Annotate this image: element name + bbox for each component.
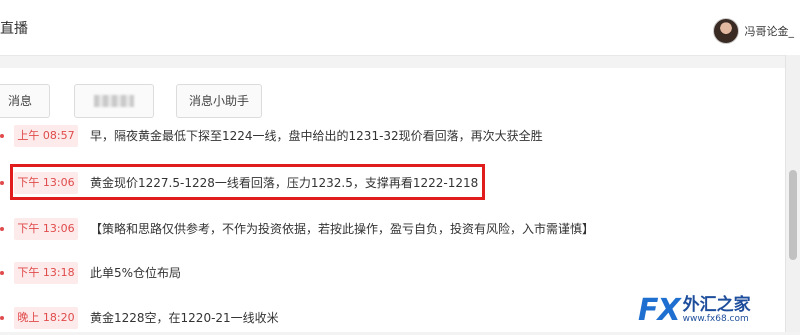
- message-time: 下午 13:06: [14, 218, 78, 240]
- watermark-brand: FX: [638, 292, 681, 328]
- watermark-brand-cn: 外汇之家: [682, 294, 751, 315]
- bullet-dot-icon: [0, 271, 4, 275]
- bullet-dot-icon: [0, 181, 4, 185]
- page-title: 直播: [0, 21, 28, 37]
- tab-blurred[interactable]: [74, 84, 154, 118]
- message-text: 此单5%仓位布局: [90, 266, 182, 280]
- bullet-dot-icon: [0, 316, 4, 320]
- message-time: 晚上 18:20: [14, 307, 78, 329]
- user-name[interactable]: 冯哥论金_: [745, 23, 795, 39]
- highlight-box: [10, 164, 485, 200]
- watermark-url: www.fx68.com: [682, 313, 749, 324]
- message-time: 下午 13:18: [14, 262, 78, 284]
- tab-message-assistant[interactable]: 消息小助手: [176, 84, 262, 118]
- tab-messages[interactable]: 消息: [0, 84, 50, 118]
- tab-bar: 消息 消息小助手: [0, 84, 800, 120]
- message-text: 【策略和思路仅供参考，不作为投资依据，若按此操作，盈亏自负，投资有风险，入市需谨…: [90, 222, 595, 236]
- message-text: 早，隔夜黄金最低下探至1224一线，盘中给出的1231-32现价看回落，再次大获…: [90, 129, 543, 143]
- scrollbar-thumb[interactable]: [789, 170, 797, 260]
- bullet-dot-icon: [0, 227, 4, 231]
- avatar[interactable]: [712, 18, 739, 44]
- bullet-dot-icon: [0, 134, 4, 138]
- blurred-label: [94, 95, 134, 107]
- message-item: 下午 13:06 【策略和思路仅供参考，不作为投资依据，若按此操作，盈亏自负，投…: [0, 216, 780, 246]
- user-profile[interactable]: 冯哥论金_: [712, 18, 795, 44]
- top-bar: 直播 冯哥论金_: [0, 0, 800, 56]
- message-item: 上午 08:57 早，隔夜黄金最低下探至1224一线，盘中给出的1231-32现…: [0, 123, 780, 153]
- watermark-logo: FX 外汇之家 www.fx68.com: [638, 290, 796, 330]
- message-text: 黄金1228空，在1220-21一线收米: [90, 311, 279, 325]
- message-time: 上午 08:57: [14, 125, 78, 147]
- message-item: 下午 13:18 此单5%仓位布局: [0, 260, 780, 290]
